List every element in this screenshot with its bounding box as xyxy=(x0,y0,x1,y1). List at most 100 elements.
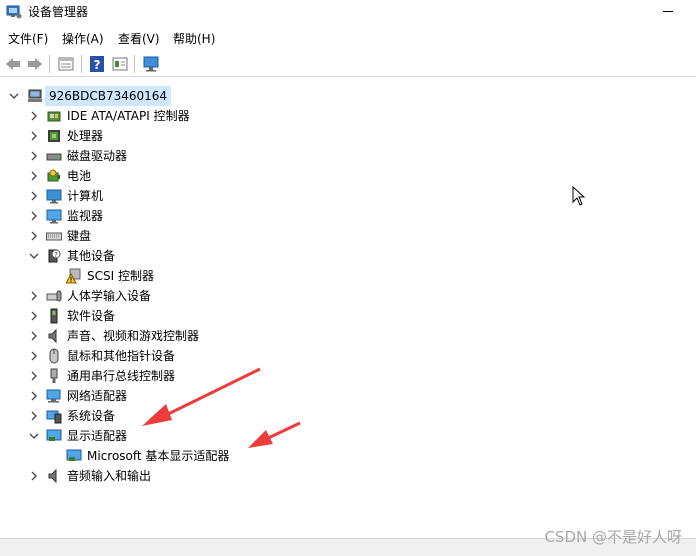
monitor-icon[interactable] xyxy=(142,55,160,73)
chevron-right-icon[interactable] xyxy=(28,206,40,226)
tree-category-keyboards[interactable]: 键盘 xyxy=(0,226,696,246)
chevron-right-icon[interactable] xyxy=(28,366,40,386)
tree-device-scsi-controller[interactable]: SCSI 控制器 xyxy=(0,266,696,286)
tree-category-system-devices[interactable]: 系统设备 xyxy=(0,406,696,426)
tree-category-audio-io[interactable]: 音频输入和输出 xyxy=(0,466,696,486)
tree-category-network-adapters[interactable]: 网络适配器 xyxy=(0,386,696,406)
tree-device-label: Microsoft 基本显示适配器 xyxy=(87,449,230,463)
warning-device-icon xyxy=(66,268,81,284)
title-bar: 设备管理器 xyxy=(0,0,696,26)
network-adapter-icon xyxy=(46,389,61,403)
chevron-right-icon[interactable] xyxy=(28,106,40,126)
chevron-right-icon[interactable] xyxy=(28,406,40,426)
processor-icon xyxy=(48,130,60,142)
computer-icon xyxy=(46,189,62,204)
chevron-right-icon[interactable] xyxy=(28,326,40,346)
chevron-right-icon[interactable] xyxy=(28,126,40,146)
ide-controller-icon xyxy=(47,111,61,122)
device-manager-icon xyxy=(6,5,22,19)
tree-category-software-devices[interactable]: 软件设备 xyxy=(0,306,696,326)
tree-category-label: 鼠标和其他指针设备 xyxy=(67,349,176,363)
forward-icon[interactable] xyxy=(26,55,44,73)
tree-category-computer[interactable]: 计算机 xyxy=(0,186,696,206)
tree-category-hid[interactable]: 人体学输入设备 xyxy=(0,286,696,306)
tree-category-display-adapters[interactable]: 显示适配器 xyxy=(0,426,696,446)
tree-category-label: 计算机 xyxy=(67,189,104,203)
tree-category-label: IDE ATA/ATAPI 控制器 xyxy=(67,109,190,123)
tree-category-label: 处理器 xyxy=(67,129,104,143)
chevron-right-icon[interactable] xyxy=(28,286,40,306)
device-tree: 926BDCB73460164 IDE ATA/ATAPI 控制器 处理器 磁盘… xyxy=(0,78,696,538)
tree-category-label: 显示适配器 xyxy=(67,429,128,443)
tree-root[interactable]: 926BDCB73460164 xyxy=(0,86,696,106)
menu-view[interactable]: 查看(V) xyxy=(118,31,160,47)
tree-category-label: 监视器 xyxy=(67,209,104,223)
other-devices-icon: ? xyxy=(48,249,61,263)
svg-text:?: ? xyxy=(54,251,58,259)
tree-category-mice[interactable]: 鼠标和其他指针设备 xyxy=(0,346,696,366)
tree-category-disk-drives[interactable]: 磁盘驱动器 xyxy=(0,146,696,166)
tree-category-label: 网络适配器 xyxy=(67,389,128,403)
toolbar-separator xyxy=(49,55,50,73)
menu-action[interactable]: 操作(A) xyxy=(62,31,104,47)
menu-help[interactable]: 帮助(H) xyxy=(173,31,215,47)
display-adapter-icon xyxy=(46,429,62,441)
chevron-right-icon[interactable] xyxy=(28,466,40,486)
tree-category-label: 人体学输入设备 xyxy=(67,289,152,303)
chevron-right-icon[interactable] xyxy=(28,166,40,186)
mouse-icon xyxy=(49,348,59,364)
toolbar: ? xyxy=(0,51,696,77)
svg-text:?: ? xyxy=(94,58,101,72)
tree-category-usb[interactable]: 通用串行总线控制器 xyxy=(0,366,696,386)
chevron-right-icon[interactable] xyxy=(28,306,40,326)
monitor-icon xyxy=(46,209,62,224)
disk-drive-icon xyxy=(46,153,62,161)
sound-icon xyxy=(48,328,57,344)
tree-category-label: 电池 xyxy=(67,169,92,183)
system-device-icon xyxy=(46,410,62,424)
chevron-right-icon[interactable] xyxy=(28,386,40,406)
software-device-icon xyxy=(50,308,58,324)
tree-category-other-devices[interactable]: ? 其他设备 xyxy=(0,246,696,266)
battery-icon xyxy=(47,169,60,182)
usb-icon xyxy=(50,368,58,383)
keyboard-icon xyxy=(46,232,62,241)
back-icon[interactable] xyxy=(4,55,22,73)
chevron-down-icon[interactable] xyxy=(28,246,40,266)
tree-category-processor[interactable]: 处理器 xyxy=(0,126,696,146)
tree-category-label: 声音、视频和游戏控制器 xyxy=(67,329,200,343)
tree-device-label: SCSI 控制器 xyxy=(87,269,154,283)
tree-category-sound[interactable]: 声音、视频和游戏控制器 xyxy=(0,326,696,346)
tree-category-label: 磁盘驱动器 xyxy=(67,149,128,163)
tree-category-label: 软件设备 xyxy=(67,309,116,323)
chevron-down-icon[interactable] xyxy=(28,426,40,446)
menu-file[interactable]: 文件(F) xyxy=(8,31,48,47)
mouse-cursor-icon xyxy=(572,186,586,206)
tree-category-label: 键盘 xyxy=(67,229,92,243)
display-adapter-icon xyxy=(66,449,82,461)
hid-icon xyxy=(46,290,62,302)
toolbar-separator xyxy=(134,55,135,73)
audio-icon xyxy=(48,468,57,484)
details-icon[interactable] xyxy=(111,55,129,73)
computer-icon xyxy=(28,89,42,102)
toolbar-separator xyxy=(81,55,82,73)
chevron-right-icon[interactable] xyxy=(28,226,40,246)
chevron-right-icon[interactable] xyxy=(28,186,40,206)
help-icon[interactable]: ? xyxy=(88,55,106,73)
properties-icon[interactable] xyxy=(57,55,75,73)
watermark: CSDN @不是好人呀 xyxy=(544,528,682,546)
tree-category-ide-ata-atapi[interactable]: IDE ATA/ATAPI 控制器 xyxy=(0,106,696,126)
minimize-button[interactable] xyxy=(654,0,684,22)
chevron-right-icon[interactable] xyxy=(28,346,40,366)
tree-category-label: 其他设备 xyxy=(67,249,116,263)
tree-root-label: 926BDCB73460164 xyxy=(45,86,172,106)
tree-category-label: 系统设备 xyxy=(67,409,116,423)
tree-category-label: 音频输入和输出 xyxy=(67,469,152,483)
tree-category-monitors[interactable]: 监视器 xyxy=(0,206,696,226)
tree-device-microsoft-basic-display-adapter[interactable]: Microsoft 基本显示适配器 xyxy=(0,446,696,466)
chevron-down-icon[interactable] xyxy=(8,86,20,106)
menu-bar: 文件(F) 操作(A) 查看(V) 帮助(H) xyxy=(0,28,696,50)
chevron-right-icon[interactable] xyxy=(28,146,40,166)
tree-category-battery[interactable]: 电池 xyxy=(0,166,696,186)
